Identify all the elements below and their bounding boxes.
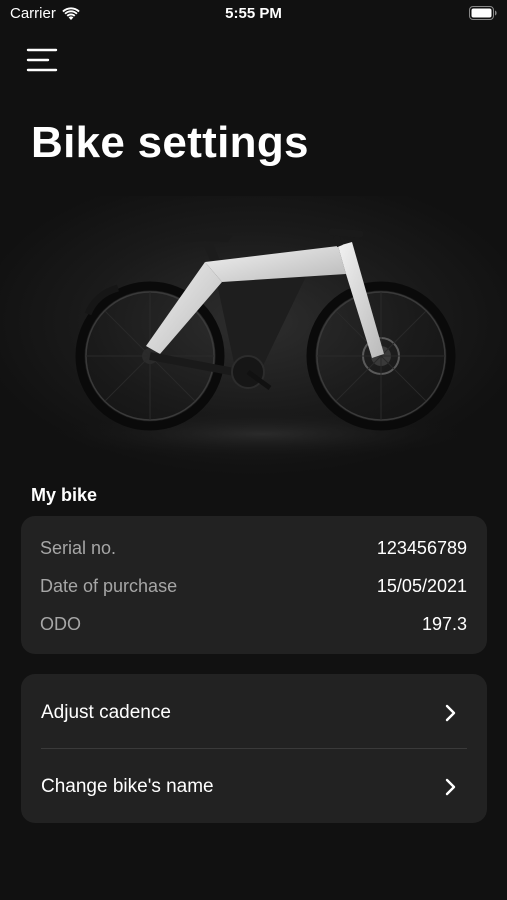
serial-number-row: Serial no. 123456789 <box>40 536 467 560</box>
adjust-cadence-button[interactable]: Adjust cadence <box>21 676 487 750</box>
battery-icon <box>469 6 497 20</box>
change-bike-name-label: Change bike's name <box>41 776 214 797</box>
status-time: 5:55 PM <box>225 5 282 22</box>
actions-divider <box>41 748 467 749</box>
serial-number-label: Serial no. <box>40 537 117 558</box>
bike-settings-screen: Carrier 5:55 PM Bike settings My bike Se… <box>0 0 507 900</box>
bike-illustration <box>0 196 507 476</box>
hamburger-menu-icon <box>26 48 58 72</box>
page-title: Bike settings <box>31 118 309 167</box>
battery-indicator <box>469 6 497 24</box>
serial-number-value: 123456789 <box>376 537 467 558</box>
bike-actions-card: Adjust cadence Change bike's name <box>21 674 487 823</box>
bike-info-card: Serial no. 123456789 Date of purchase 15… <box>21 516 487 654</box>
chevron-right-icon <box>445 778 456 796</box>
odo-value: 197.3 <box>421 613 467 634</box>
chevron-right-icon <box>445 704 456 722</box>
purchase-date-value: 15/05/2021 <box>376 575 467 596</box>
change-bike-name-button[interactable]: Change bike's name <box>21 750 487 824</box>
adjust-cadence-label: Adjust cadence <box>41 702 171 723</box>
status-bar: Carrier 5:55 PM <box>0 0 507 28</box>
purchase-date-label: Date of purchase <box>40 575 178 596</box>
odo-row: ODO 197.3 <box>40 612 467 636</box>
my-bike-section-title: My bike <box>31 485 98 505</box>
bike-image <box>0 196 507 476</box>
odo-label: ODO <box>40 613 82 634</box>
menu-button[interactable] <box>26 46 60 74</box>
purchase-date-row: Date of purchase 15/05/2021 <box>40 574 467 598</box>
